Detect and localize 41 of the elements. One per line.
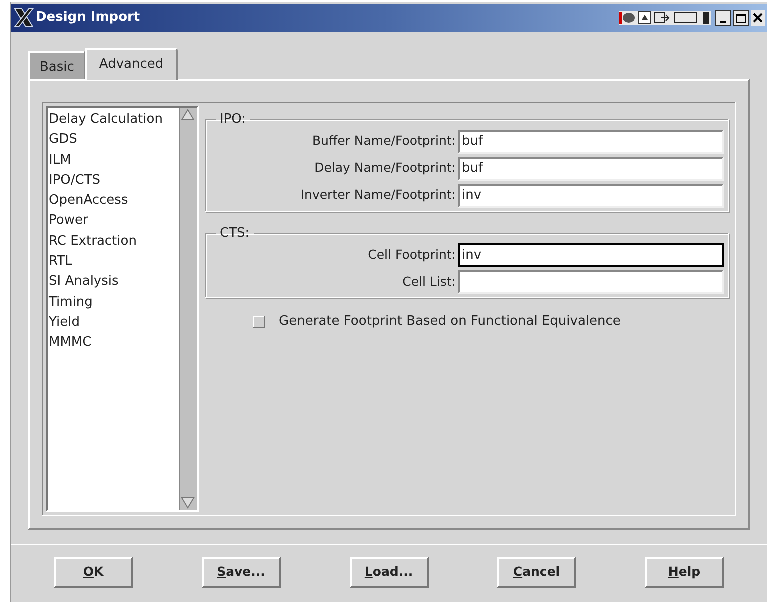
checkbox[interactable] bbox=[253, 316, 266, 328]
field-label: Buffer Name/Footprint: bbox=[311, 132, 456, 150]
scrollbar[interactable] bbox=[179, 108, 197, 510]
maximize-button[interactable] bbox=[733, 10, 749, 26]
list-item[interactable]: Power bbox=[49, 211, 179, 232]
input-field[interactable]: buf bbox=[458, 130, 724, 154]
field-label: Cell List: bbox=[402, 272, 456, 291]
dialog-button[interactable]: Help bbox=[645, 557, 724, 588]
input-field[interactable]: inv bbox=[458, 243, 724, 267]
field-label: Inverter Name/Footprint: bbox=[300, 186, 456, 204]
input-field[interactable]: inv bbox=[458, 184, 724, 208]
list-item[interactable]: RTL bbox=[49, 252, 179, 272]
field-label: Cell Footprint: bbox=[367, 246, 456, 264]
dialog-button[interactable]: OK bbox=[54, 557, 133, 588]
scroll-down-icon[interactable] bbox=[180, 496, 197, 510]
list-item[interactable]: Yield bbox=[49, 312, 179, 334]
list-item[interactable]: IPO/CTS bbox=[49, 170, 179, 192]
x-logo-icon bbox=[13, 7, 35, 29]
group-title: CTS: bbox=[219, 224, 251, 242]
checkbox-label: Generate Footprint Based on Functional Equivalence bbox=[279, 313, 621, 331]
group-title: IPO: bbox=[219, 111, 248, 129]
list-item[interactable]: ILM bbox=[49, 150, 179, 171]
tab[interactable]: Advanced bbox=[85, 48, 178, 80]
minimize-button[interactable] bbox=[715, 10, 731, 26]
close-button[interactable] bbox=[751, 10, 765, 26]
dialog-button[interactable]: Cancel bbox=[497, 557, 576, 588]
field-label: Delay Name/Footprint: bbox=[314, 159, 456, 178]
list-item[interactable]: RC Extraction bbox=[49, 232, 179, 252]
window-title: Design Import bbox=[36, 9, 140, 28]
input-field[interactable]: buf bbox=[458, 156, 724, 180]
dialog-button[interactable]: Load... bbox=[350, 557, 428, 588]
list-item[interactable]: MMMC bbox=[49, 333, 179, 354]
list-item[interactable]: Timing bbox=[49, 292, 179, 313]
list-item[interactable]: Delay Calculation bbox=[49, 110, 179, 130]
list-item[interactable]: OpenAccess bbox=[49, 191, 179, 212]
list-item[interactable]: GDS bbox=[49, 130, 179, 151]
tab[interactable]: Basic bbox=[28, 51, 86, 79]
input-field[interactable] bbox=[458, 270, 724, 294]
list-item[interactable]: SI Analysis bbox=[49, 272, 179, 293]
scroll-up-icon[interactable] bbox=[180, 108, 197, 122]
dialog-button[interactable]: Save... bbox=[202, 557, 281, 588]
